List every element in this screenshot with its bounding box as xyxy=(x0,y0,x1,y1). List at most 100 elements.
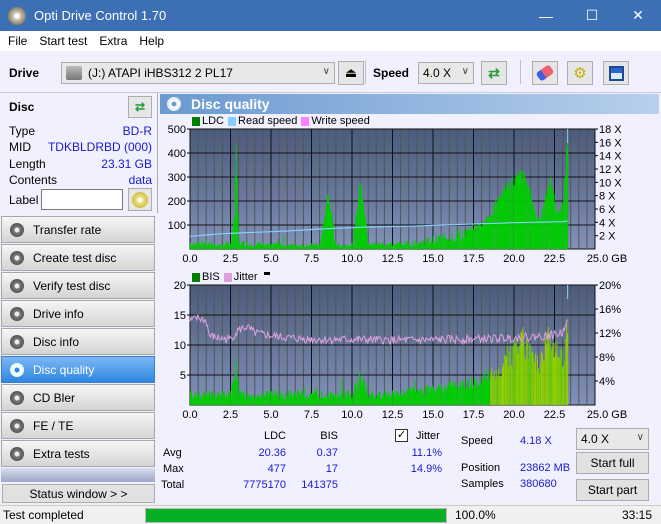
ldc-bar xyxy=(373,242,375,249)
nav-disc-quality[interactable]: Disc quality xyxy=(1,356,155,383)
ldc-bar xyxy=(465,235,467,249)
ldc-bar xyxy=(328,202,330,249)
bis-bar xyxy=(533,358,535,405)
menu-start-test[interactable]: Start test xyxy=(33,34,93,48)
disc-mid-value: TDKBLDRBD (000) xyxy=(47,140,152,154)
x-tick-label: 7.5 xyxy=(304,409,319,419)
ldc-bar xyxy=(423,240,425,249)
ldc-bar xyxy=(476,227,478,249)
nav-label: Extra tests xyxy=(33,446,90,461)
status-window-button[interactable]: Status window > > xyxy=(2,484,155,503)
bis-bar xyxy=(557,357,559,405)
total-bis: 141375 xyxy=(301,479,338,491)
ldc-bar xyxy=(495,200,497,249)
ldc-bar xyxy=(531,191,533,249)
bis-bar xyxy=(194,391,196,405)
jitter-checkbox[interactable]: ✓ xyxy=(395,429,408,442)
ldc-bar xyxy=(298,244,300,249)
bis-bar xyxy=(302,393,304,405)
close-button[interactable]: ✕ xyxy=(615,0,661,31)
bis-bar xyxy=(367,397,369,405)
refresh-button[interactable]: ⇄ xyxy=(481,61,507,85)
bis-bar xyxy=(193,395,195,405)
ldc-bar xyxy=(411,240,413,249)
ldc-bar xyxy=(443,232,445,249)
ldc-bar xyxy=(551,190,553,249)
nav-disc-info[interactable]: Disc info xyxy=(1,328,155,355)
nav-fe-te[interactable]: FE / TE xyxy=(1,412,155,439)
ldc-bar xyxy=(320,239,322,249)
bis-bar xyxy=(372,391,374,405)
ldc-bar xyxy=(454,237,456,249)
eject-button[interactable]: ⏏ xyxy=(338,61,364,85)
ldc-bar xyxy=(519,174,521,249)
bis-bar xyxy=(492,376,494,405)
ldc-bar xyxy=(563,198,565,249)
bis-bar xyxy=(211,390,213,405)
settings-button[interactable]: ⚙ xyxy=(567,61,593,85)
bis-bar xyxy=(190,391,192,405)
bis-bar xyxy=(524,357,526,405)
bis-bar xyxy=(227,390,229,405)
erase-button[interactable] xyxy=(532,61,558,85)
ldc-bar xyxy=(418,242,420,249)
label-disc-button[interactable] xyxy=(128,188,152,211)
ldc-bar xyxy=(383,244,385,249)
bis-bar xyxy=(253,395,255,405)
ldc-bar xyxy=(466,230,468,249)
ldc-bar xyxy=(295,244,297,249)
bis-bar xyxy=(437,384,439,405)
ldc-bar xyxy=(392,246,394,249)
ldc-bar xyxy=(556,216,558,249)
disc-contents-key: Contents xyxy=(9,173,58,187)
ldc-bar xyxy=(472,229,474,249)
nav-extra-tests[interactable]: Extra tests xyxy=(1,440,155,467)
bis-bar xyxy=(225,394,227,405)
drive-select[interactable]: (J:) ATAPI iHBS312 2 PL17 ∨ xyxy=(61,62,335,84)
menu-file[interactable]: File xyxy=(0,34,33,48)
save-button[interactable] xyxy=(603,61,629,85)
bis-bar xyxy=(201,398,203,405)
start-part-button[interactable]: Start part xyxy=(576,479,649,501)
menu-extra[interactable]: Extra xyxy=(93,34,133,48)
maximize-button[interactable]: ☐ xyxy=(569,0,615,31)
label-input[interactable] xyxy=(41,189,123,210)
bis-bar xyxy=(409,387,411,405)
speed-select[interactable]: 4.0 X ∨ xyxy=(418,62,474,84)
x-tick-label: 7.5 xyxy=(304,253,319,263)
y-tick-label: 100 xyxy=(168,220,186,232)
ldc-bar xyxy=(446,238,448,249)
bis-bar xyxy=(357,381,359,405)
x-tick-label: 12.5 xyxy=(382,253,403,263)
menu-help[interactable]: Help xyxy=(133,34,170,48)
ldc-bar xyxy=(416,242,418,249)
disc-refresh-button[interactable]: ⇄ xyxy=(128,96,152,118)
test-speed-select[interactable]: 4.0 X ∨ xyxy=(576,428,649,450)
bis-bar xyxy=(450,379,452,405)
nav-create-test-disc[interactable]: Create test disc xyxy=(1,244,155,271)
bis-bar xyxy=(560,349,562,405)
nav-transfer-rate[interactable]: Transfer rate xyxy=(1,216,155,243)
chevron-down-icon: ∨ xyxy=(322,66,330,77)
ldc-bar xyxy=(494,206,496,249)
nav-cd-bler[interactable]: CD Bler xyxy=(1,384,155,411)
x-tick-label: 25.0 GB xyxy=(587,409,627,419)
bis-bar xyxy=(376,395,378,405)
nav-verify-test-disc[interactable]: Verify test disc xyxy=(1,272,155,299)
bis-bar xyxy=(423,393,425,405)
bis-bar xyxy=(480,384,482,405)
bis-bar xyxy=(460,381,462,405)
bis-bar xyxy=(320,397,322,405)
minimize-button[interactable]: — xyxy=(523,0,569,31)
bis-bar xyxy=(559,358,561,405)
bis-bar xyxy=(457,389,459,405)
ldc-bar xyxy=(375,245,377,249)
bis-bar xyxy=(197,396,199,405)
ldc-bar xyxy=(398,242,400,249)
ldc-bar xyxy=(565,174,567,249)
ldc-bar xyxy=(243,241,245,249)
ldc-bar xyxy=(229,243,231,249)
start-full-button[interactable]: Start full xyxy=(576,452,649,474)
nav-drive-info[interactable]: Drive info xyxy=(1,300,155,327)
ldc-bar xyxy=(528,188,530,249)
